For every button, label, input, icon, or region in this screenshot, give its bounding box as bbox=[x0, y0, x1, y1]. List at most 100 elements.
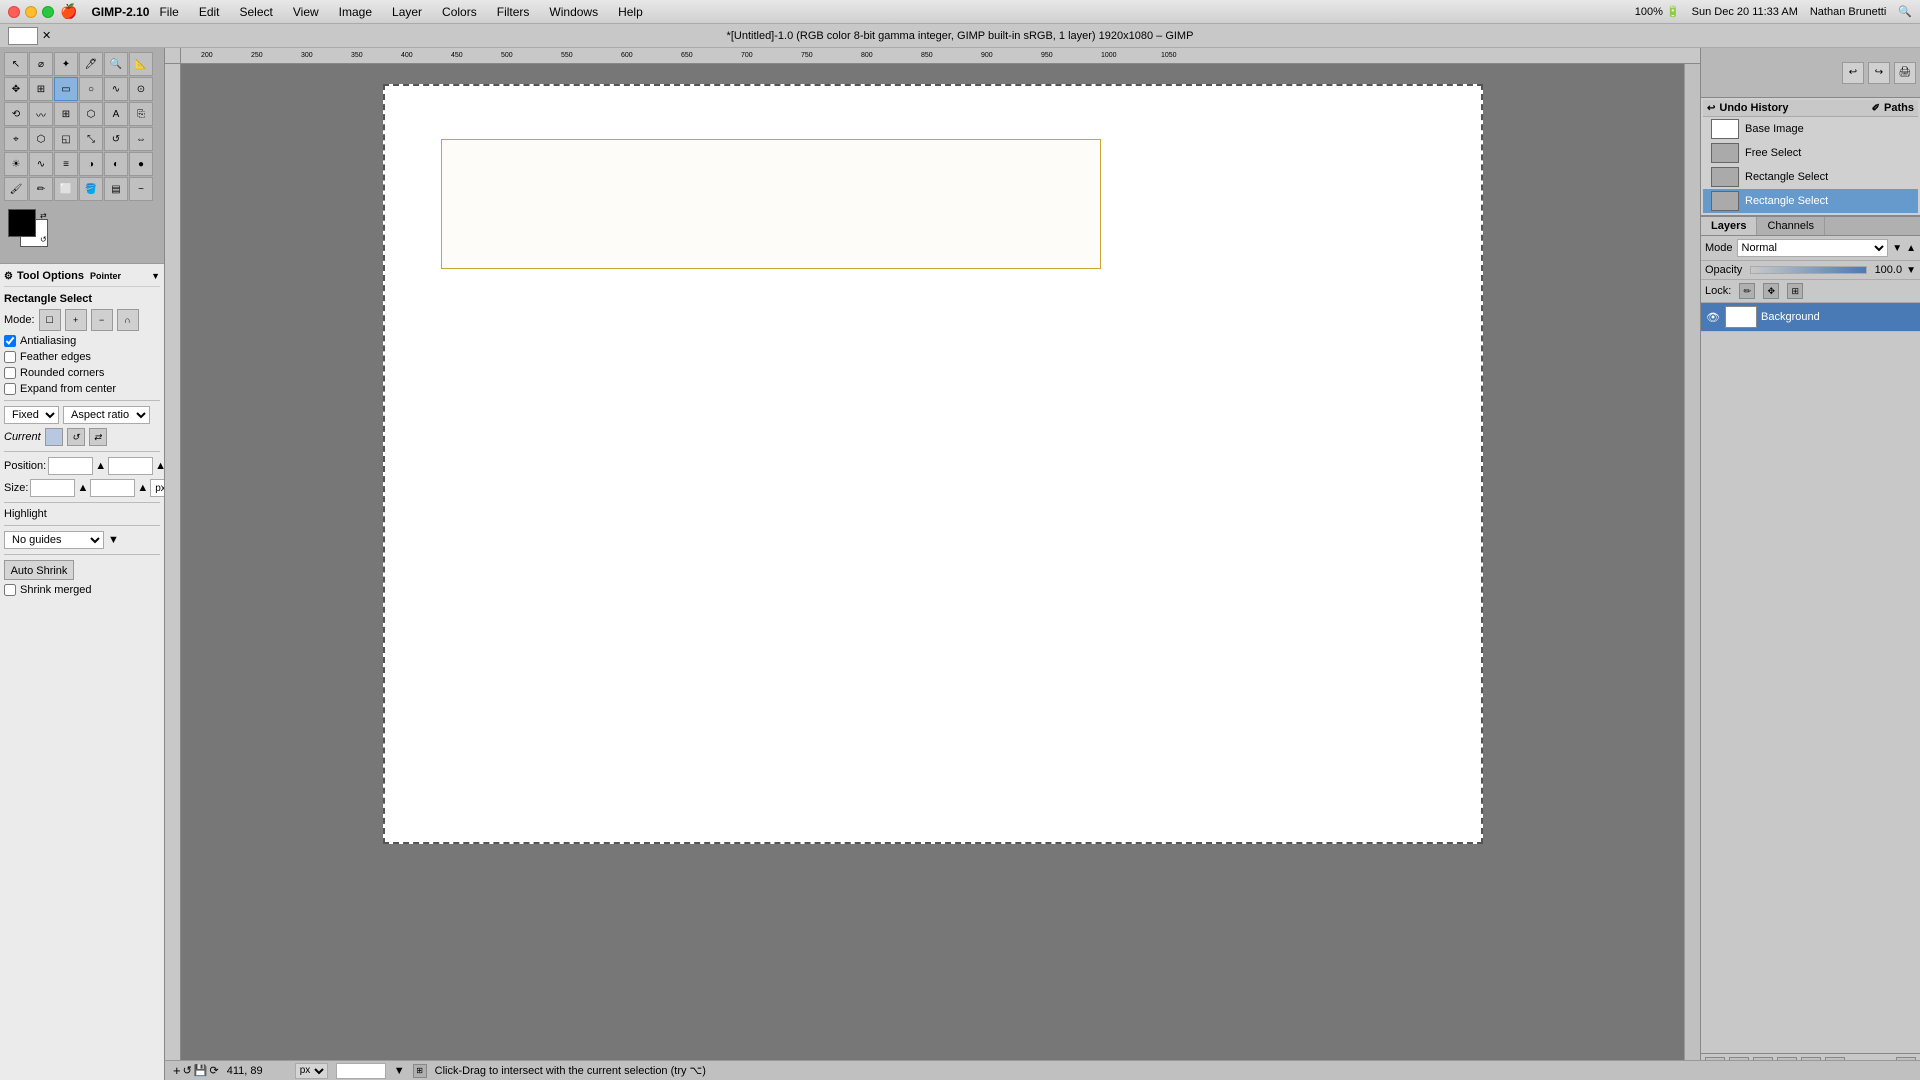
expand-icon[interactable]: ▼ bbox=[151, 271, 160, 281]
foreground-color[interactable] bbox=[8, 209, 36, 237]
tool-align[interactable]: ⊞ bbox=[29, 77, 53, 101]
layers-mode-select[interactable]: Normal bbox=[1737, 239, 1889, 257]
foreground-color-swatch[interactable] bbox=[8, 27, 38, 45]
tool-levels[interactable]: ≡ bbox=[54, 152, 78, 176]
opacity-slider[interactable] bbox=[1750, 266, 1866, 274]
layers-mode-down-icon[interactable]: ▼ bbox=[1892, 243, 1902, 254]
maximize-button[interactable] bbox=[42, 6, 54, 18]
tool-smudge[interactable]: ~ bbox=[129, 177, 153, 201]
apple-menu[interactable]: 🍎 bbox=[60, 3, 77, 20]
layer-visibility-icon[interactable]: 👁 bbox=[1705, 309, 1721, 325]
current-swap-icon[interactable]: ⇄ bbox=[89, 428, 107, 446]
auto-shrink-button[interactable]: Auto Shrink bbox=[4, 560, 74, 580]
tool-warp[interactable]: 〰 bbox=[29, 102, 53, 126]
tool-curves[interactable]: ∿ bbox=[29, 152, 53, 176]
menu-select[interactable]: Select bbox=[236, 3, 277, 21]
antialiasing-checkbox[interactable] bbox=[4, 335, 16, 347]
canvas-area[interactable] bbox=[181, 64, 1684, 1064]
menu-file[interactable]: File bbox=[155, 3, 182, 21]
history-item-rect2[interactable]: Rectangle Select bbox=[1703, 189, 1918, 213]
tool-measure[interactable]: 📐 bbox=[129, 52, 153, 76]
menu-layer[interactable]: Layer bbox=[388, 3, 426, 21]
position-y-input[interactable]: 83 bbox=[108, 457, 153, 475]
spinner-up-x[interactable]: ▲ bbox=[95, 460, 106, 472]
feather-checkbox[interactable] bbox=[4, 351, 16, 363]
close-button[interactable] bbox=[8, 6, 20, 18]
mode-replace[interactable]: ☐ bbox=[39, 309, 61, 331]
tool-fill[interactable]: 🪣 bbox=[79, 177, 103, 201]
tool-heal[interactable]: ⌖ bbox=[4, 127, 28, 151]
history-item-free[interactable]: Free Select bbox=[1703, 141, 1918, 165]
tool-free-select2[interactable]: ∿ bbox=[104, 77, 128, 101]
close-tab-icon[interactable]: ✕ bbox=[42, 29, 51, 42]
tool-ellipse-select[interactable]: ○ bbox=[79, 77, 103, 101]
redo-btn[interactable]: ↪ bbox=[1868, 62, 1890, 84]
guides-expand-icon[interactable]: ▼ bbox=[108, 534, 119, 546]
spinner-up-w[interactable]: ▲ bbox=[77, 482, 88, 494]
menu-view[interactable]: View bbox=[289, 3, 323, 21]
tool-scale[interactable]: ⤡ bbox=[79, 127, 103, 151]
tool-cage[interactable]: ⊞ bbox=[54, 102, 78, 126]
undo-btn[interactable]: ↩ bbox=[1842, 62, 1864, 84]
tool-text[interactable]: A bbox=[104, 102, 128, 126]
paths-tab[interactable]: ✐ Paths bbox=[1868, 100, 1918, 116]
lock-pixels-icon[interactable]: ✏ bbox=[1739, 283, 1755, 299]
mode-subtract[interactable]: − bbox=[91, 309, 113, 331]
tool-perspective[interactable]: ⬡ bbox=[29, 127, 53, 151]
history-item-base[interactable]: Base Image bbox=[1703, 117, 1918, 141]
status-export-icon[interactable]: 💾 bbox=[194, 1064, 208, 1077]
print-btn[interactable]: 🖨 bbox=[1894, 62, 1916, 84]
history-item-rect1[interactable]: Rectangle Select bbox=[1703, 165, 1918, 189]
fixed-dropdown[interactable]: Fixed bbox=[4, 406, 59, 424]
menu-filters[interactable]: Filters bbox=[493, 3, 534, 21]
size-width-input[interactable]: 258 bbox=[30, 479, 75, 497]
position-x-input[interactable]: 264 bbox=[48, 457, 93, 475]
mode-intersect[interactable]: ∩ bbox=[117, 309, 139, 331]
aspect-dropdown[interactable]: Aspect ratio bbox=[63, 406, 150, 424]
tool-fuzzy-select[interactable]: ✦ bbox=[54, 52, 78, 76]
tool-brightness[interactable]: ☀ bbox=[4, 152, 28, 176]
tool-handle[interactable]: ⬡ bbox=[79, 102, 103, 126]
menu-windows[interactable]: Windows bbox=[545, 3, 602, 21]
status-new-icon[interactable]: + bbox=[173, 1063, 181, 1078]
tool-move[interactable]: ✥ bbox=[4, 77, 28, 101]
menu-image[interactable]: Image bbox=[335, 3, 376, 21]
size-height-input[interactable]: 229 bbox=[90, 479, 135, 497]
shrink-merged-checkbox[interactable] bbox=[4, 584, 16, 596]
scroll-vertical[interactable] bbox=[1684, 64, 1700, 1064]
tool-transform[interactable]: ⟲ bbox=[4, 102, 28, 126]
spinner-up-h[interactable]: ▲ bbox=[137, 482, 148, 494]
tool-free-select[interactable]: ⌀ bbox=[29, 52, 53, 76]
menu-colors[interactable]: Colors bbox=[438, 3, 481, 21]
layer-background[interactable]: 👁 Background bbox=[1701, 303, 1920, 332]
tool-shear[interactable]: ◱ bbox=[54, 127, 78, 151]
tab-layers[interactable]: Layers bbox=[1701, 217, 1757, 235]
tool-eraser[interactable]: ⬜ bbox=[54, 177, 78, 201]
lock-position-icon[interactable]: ✥ bbox=[1763, 283, 1779, 299]
lock-alpha-icon[interactable]: ⊞ bbox=[1787, 283, 1803, 299]
status-revert-icon[interactable]: ⟳ bbox=[210, 1064, 219, 1077]
status-restore-icon[interactable]: ↺ bbox=[183, 1064, 192, 1077]
minimize-button[interactable] bbox=[25, 6, 37, 18]
tool-color-picker[interactable]: 🖊 bbox=[79, 52, 103, 76]
status-unit-select[interactable]: px bbox=[295, 1063, 328, 1079]
tool-burn[interactable]: ● bbox=[129, 152, 153, 176]
tool-pointer[interactable]: ↖ bbox=[4, 52, 28, 76]
search-icon[interactable]: 🔍 bbox=[1898, 5, 1912, 18]
tool-pencil[interactable]: ✏ bbox=[29, 177, 53, 201]
swap-colors-icon[interactable]: ⇄ bbox=[40, 211, 47, 220]
size-unit-select[interactable]: px bbox=[150, 479, 164, 497]
rounded-corners-checkbox[interactable] bbox=[4, 367, 16, 379]
tool-zoom[interactable]: 🔍 bbox=[104, 52, 128, 76]
guides-dropdown[interactable]: No guides bbox=[4, 531, 104, 549]
navigation-icon[interactable]: ⊞ bbox=[413, 1064, 427, 1078]
tool-clone[interactable]: ⎘ bbox=[129, 102, 153, 126]
mode-add[interactable]: + bbox=[65, 309, 87, 331]
tool-hue[interactable]: ◑ bbox=[79, 152, 103, 176]
undo-history-tab[interactable]: ↩ Undo History bbox=[1703, 100, 1792, 116]
reset-colors-icon[interactable]: ↺ bbox=[40, 235, 47, 244]
status-zoom-input[interactable]: 400% bbox=[336, 1063, 386, 1079]
menu-help[interactable]: Help bbox=[614, 3, 647, 21]
tool-dodge[interactable]: ◐ bbox=[104, 152, 128, 176]
tool-paint[interactable]: 🖌 bbox=[4, 177, 28, 201]
